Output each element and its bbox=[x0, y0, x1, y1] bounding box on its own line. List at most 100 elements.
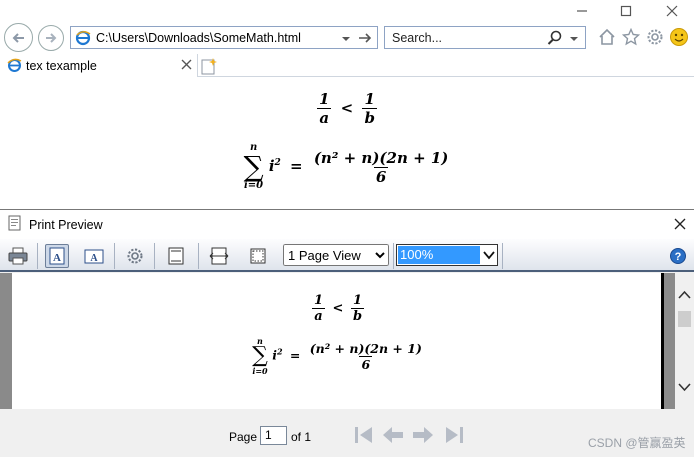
preview-rhs-numerator: (n² + n)(2n + 1) bbox=[309, 340, 422, 356]
preview-rhs-denominator: 6 bbox=[359, 355, 373, 372]
tab-title: tex texample bbox=[26, 58, 97, 73]
print-preview-statusbar: Page 1 of 1 CSDN @管赢盈英 bbox=[0, 409, 694, 457]
gear-icon[interactable] bbox=[645, 27, 665, 47]
preview-math-inequality: 1a < 1b bbox=[12, 293, 664, 324]
print-preview-toolbar: A A 1 Page View 100% ? bbox=[0, 239, 694, 272]
portrait-page-icon: A bbox=[49, 247, 65, 265]
full-width-button[interactable] bbox=[207, 244, 231, 268]
preview-equals-sign: = bbox=[289, 347, 301, 363]
full-width-icon bbox=[209, 247, 229, 265]
minimize-button[interactable] bbox=[568, 2, 596, 22]
zoom-select[interactable]: 100% bbox=[396, 244, 498, 266]
arrow-left-icon bbox=[12, 32, 24, 43]
scroll-down-icon[interactable] bbox=[678, 381, 691, 395]
preview-sum-lower-limit: i=0 bbox=[252, 366, 268, 376]
previous-page-button[interactable] bbox=[381, 424, 405, 449]
landscape-page-icon: A bbox=[84, 249, 104, 264]
address-bar[interactable]: C:\Users\Downloads\SomeMath.html bbox=[70, 26, 378, 49]
header-footer-button[interactable] bbox=[164, 244, 188, 268]
smiley-feedback-icon[interactable] bbox=[669, 27, 689, 47]
math-sum-formula: n ∑ i=0 i2 = (n² + n)(2n + 1) 6 bbox=[0, 143, 694, 191]
portrait-button[interactable]: A bbox=[45, 244, 69, 268]
arrow-left-icon bbox=[383, 427, 403, 443]
page-count-label: of 1 bbox=[291, 430, 312, 444]
header-footer-icon bbox=[168, 247, 184, 265]
sum-exponent: 2 bbox=[274, 158, 281, 168]
ie-page-icon bbox=[73, 28, 93, 48]
preview-page: 1a < 1b n ∑ i=0 i2 = (n² + n)(2n + 1) 6 bbox=[12, 273, 664, 409]
preview-frac1-denominator: a bbox=[312, 308, 325, 324]
search-dropdown-icon[interactable] bbox=[569, 34, 579, 48]
sum-lower-limit: i=0 bbox=[244, 180, 264, 191]
maximize-button[interactable] bbox=[612, 2, 640, 22]
new-tab-button[interactable] bbox=[200, 57, 218, 75]
frac1-denominator: a bbox=[317, 108, 332, 127]
rhs-denominator: 6 bbox=[373, 166, 389, 186]
print-preview-window: Print Preview A A 1 Page View 100% ? 1 a… bbox=[0, 209, 694, 457]
chevron-down-icon bbox=[483, 249, 495, 264]
page-number-input[interactable]: 1 bbox=[260, 426, 287, 445]
page-label: Page bbox=[229, 430, 258, 444]
close-tab-icon[interactable] bbox=[181, 59, 192, 73]
print-preview-titlebar: Print Preview bbox=[0, 210, 694, 239]
forward-button[interactable] bbox=[38, 25, 64, 51]
close-icon bbox=[674, 218, 686, 230]
last-page-button[interactable] bbox=[443, 424, 465, 449]
address-text[interactable]: C:\Users\Downloads\SomeMath.html bbox=[96, 31, 301, 45]
preview-vertical-scrollbar[interactable] bbox=[675, 273, 694, 409]
frac2-denominator: b bbox=[362, 108, 377, 127]
page-setup-button[interactable] bbox=[123, 244, 147, 268]
print-preview-app-icon bbox=[7, 215, 23, 234]
help-icon: ? bbox=[670, 248, 686, 264]
rhs-numerator: (n² + n)(2n + 1) bbox=[313, 148, 449, 167]
tab-row: tex texample bbox=[0, 54, 694, 77]
print-preview-title: Print Preview bbox=[29, 217, 103, 232]
arrow-right-icon bbox=[413, 427, 433, 443]
address-dropdown-icon[interactable] bbox=[341, 33, 351, 47]
math-inequality: 1a < 1b bbox=[0, 90, 694, 127]
svg-text:?: ? bbox=[675, 251, 682, 263]
sum-symbol: ∑ bbox=[243, 150, 264, 183]
close-window-button[interactable] bbox=[658, 2, 686, 22]
first-page-icon bbox=[355, 427, 372, 443]
frac2-numerator: 1 bbox=[364, 90, 375, 108]
preview-math-sum-formula: n ∑ i=0 i2 = (n² + n)(2n + 1) 6 bbox=[12, 337, 664, 375]
preview-sum-exponent: 2 bbox=[276, 346, 283, 357]
equals-sign: = bbox=[290, 157, 303, 175]
page-view-select[interactable]: 1 Page View bbox=[283, 244, 389, 266]
back-button[interactable] bbox=[4, 23, 33, 52]
help-button[interactable]: ? bbox=[666, 244, 690, 268]
search-input[interactable]: Search... bbox=[392, 31, 442, 45]
tab-tex-texample[interactable]: tex texample bbox=[0, 54, 198, 77]
landscape-button[interactable]: A bbox=[82, 244, 106, 268]
full-page-button[interactable] bbox=[246, 244, 270, 268]
preview-frac2-numerator: 1 bbox=[352, 293, 363, 308]
svg-text:A: A bbox=[90, 253, 98, 264]
print-button[interactable] bbox=[6, 244, 30, 268]
print-preview-close-button[interactable] bbox=[674, 218, 686, 233]
printer-icon bbox=[8, 247, 28, 265]
scroll-up-icon[interactable] bbox=[678, 289, 691, 303]
less-than-sign: < bbox=[340, 98, 354, 117]
go-arrow-icon[interactable] bbox=[357, 30, 373, 49]
frac1-numerator: 1 bbox=[319, 90, 330, 108]
preview-frac1-numerator: 1 bbox=[313, 293, 323, 308]
favorites-star-icon[interactable] bbox=[621, 27, 641, 47]
search-icon[interactable] bbox=[547, 30, 563, 49]
home-icon[interactable] bbox=[597, 27, 617, 47]
last-page-icon bbox=[446, 427, 463, 443]
first-page-button[interactable] bbox=[353, 424, 375, 449]
preview-area: 1a < 1b n ∑ i=0 i2 = (n² + n)(2n + 1) 6 bbox=[0, 273, 694, 409]
gear-icon bbox=[127, 248, 143, 264]
next-page-button[interactable] bbox=[411, 424, 435, 449]
preview-less-than-sign: < bbox=[332, 301, 344, 316]
watermark: CSDN @管赢盈英 bbox=[588, 436, 686, 450]
search-box[interactable]: Search... bbox=[384, 26, 586, 49]
zoom-value: 100% bbox=[398, 246, 480, 264]
full-page-icon bbox=[250, 248, 266, 264]
preview-frac2-denominator: b bbox=[350, 308, 365, 324]
scroll-thumb[interactable] bbox=[678, 311, 691, 327]
ie-tab-icon bbox=[5, 57, 23, 75]
svg-text:A: A bbox=[53, 252, 61, 264]
new-tab-icon bbox=[201, 58, 217, 75]
